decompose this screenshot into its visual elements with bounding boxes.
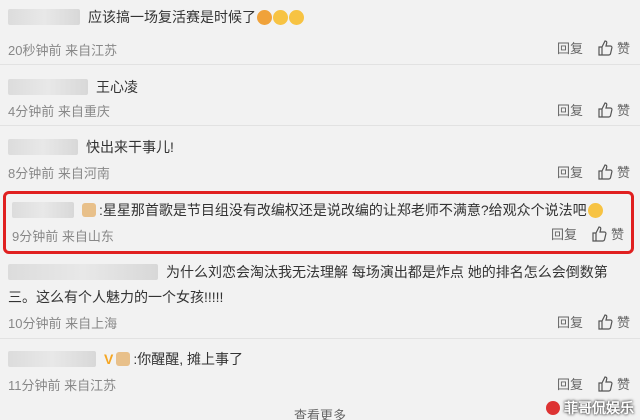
username-blurred[interactable] — [8, 351, 96, 367]
watermark: 菲哥侃娱乐 — [546, 398, 634, 418]
comment-text: 快出来干事儿! — [86, 139, 174, 155]
watermark-logo-icon — [546, 401, 560, 415]
divider — [0, 64, 640, 65]
comment-text: :星星那首歌是节目组没有改编权还是说改编的让郑老师不满意?给观众个说法吧 — [99, 202, 587, 218]
comment-6-meta: 11分钟前 来自江苏 — [8, 375, 116, 394]
comment-6-content: V :你醒醒, 摊上事了 — [8, 348, 243, 370]
timestamp: 11分钟前 — [8, 378, 61, 393]
location: 来自山东 — [61, 229, 114, 244]
watermark-text: 菲哥侃娱乐 — [564, 400, 634, 416]
timestamp: 4分钟前 — [8, 104, 55, 119]
emoji-icon — [257, 9, 272, 25]
like-button[interactable]: 赞 — [597, 100, 630, 119]
thumbs-up-icon — [592, 225, 607, 242]
reply-button[interactable]: 回复 — [551, 224, 577, 243]
comment-text: :你醒醒, 摊上事了 — [133, 351, 244, 367]
timestamp: 9分钟前 — [12, 229, 59, 244]
comment-5-actions: 回复 赞 — [557, 312, 630, 331]
location: 来自河南 — [57, 166, 110, 181]
like-label: 赞 — [616, 41, 630, 56]
comment-text: 应该搞一场复活赛是时候了 — [88, 9, 256, 25]
username-blurred[interactable] — [8, 264, 158, 280]
comment-6-actions: 回复 赞 — [557, 374, 630, 393]
comment-3-content: 快出来干事儿! — [8, 136, 174, 158]
username-blurred[interactable] — [8, 139, 78, 155]
comment-5-content-line2: 三。这么有个人魅力的一个女孩!!!!! — [8, 286, 223, 308]
emoji-icon — [587, 202, 603, 218]
comment-4-content: :星星那首歌是节目组没有改编权还是说改编的让郑老师不满意?给观众个说法吧 — [12, 199, 603, 221]
comment-4-actions: 回复 赞 — [551, 224, 624, 243]
like-label: 赞 — [616, 103, 630, 118]
verified-v-icon: V — [104, 351, 114, 367]
location: 来自江苏 — [64, 378, 117, 393]
comment-text: 为什么刘恋会淘汰我无法理解 每场演出都是炸点 她的排名怎么会倒数第 — [166, 264, 608, 280]
reply-button[interactable]: 回复 — [557, 162, 583, 181]
reply-button[interactable]: 回复 — [557, 312, 583, 331]
timestamp: 20秒钟前 — [8, 43, 62, 58]
like-button[interactable]: 赞 — [597, 312, 630, 331]
timestamp: 8分钟前 — [8, 166, 55, 181]
thumbs-up-icon — [598, 313, 613, 330]
comment-3-meta: 8分钟前 来自河南 — [8, 163, 110, 182]
reply-button[interactable]: 回复 — [557, 38, 583, 57]
like-button[interactable]: 赞 — [597, 162, 630, 181]
avatar-icon — [82, 203, 96, 217]
divider — [0, 125, 640, 126]
username-blurred[interactable] — [8, 79, 88, 95]
thumbs-up-icon — [598, 101, 613, 118]
thumbs-up-icon — [598, 39, 613, 56]
comment-1-meta: 20秒钟前 来自江苏 — [8, 40, 117, 59]
comment-2-content: 王心凌 — [8, 76, 138, 98]
reply-button[interactable]: 回复 — [557, 374, 583, 393]
like-label: 赞 — [616, 165, 630, 180]
comment-5-content: 为什么刘恋会淘汰我无法理解 每场演出都是炸点 她的排名怎么会倒数第 — [8, 261, 608, 283]
view-more-link[interactable]: 查看更多 — [0, 405, 640, 420]
avatar-icon — [116, 352, 131, 366]
like-button[interactable]: 赞 — [591, 224, 624, 243]
like-label: 赞 — [616, 315, 630, 330]
comment-text-line2: 三。这么有个人魅力的一个女孩!!!!! — [8, 289, 224, 305]
emoji-icon — [289, 9, 304, 25]
username-blurred[interactable] — [12, 202, 74, 218]
username-blurred[interactable] — [8, 9, 80, 25]
comment-text: 王心凌 — [96, 79, 138, 95]
like-button[interactable]: 赞 — [597, 374, 630, 393]
like-label: 赞 — [616, 377, 630, 392]
divider — [0, 338, 640, 339]
location: 来自上海 — [65, 316, 118, 331]
comment-1-content: 应该搞一场复活赛是时候了 — [8, 6, 304, 28]
location: 来自重庆 — [57, 104, 110, 119]
timestamp: 10分钟前 — [8, 316, 62, 331]
thumbs-up-icon — [598, 163, 613, 180]
reply-button[interactable]: 回复 — [557, 100, 583, 119]
comment-4-meta: 9分钟前 来自山东 — [12, 226, 114, 245]
emoji-icon — [273, 9, 288, 25]
comment-1-actions: 回复 赞 — [557, 38, 630, 57]
comment-5-meta: 10分钟前 来自上海 — [8, 313, 117, 332]
like-label: 赞 — [610, 227, 624, 242]
comment-2-meta: 4分钟前 来自重庆 — [8, 101, 110, 120]
comment-3-actions: 回复 赞 — [557, 162, 630, 181]
comment-2-actions: 回复 赞 — [557, 100, 630, 119]
like-button[interactable]: 赞 — [597, 38, 630, 57]
location: 来自江苏 — [65, 43, 118, 58]
thumbs-up-icon — [598, 375, 613, 392]
